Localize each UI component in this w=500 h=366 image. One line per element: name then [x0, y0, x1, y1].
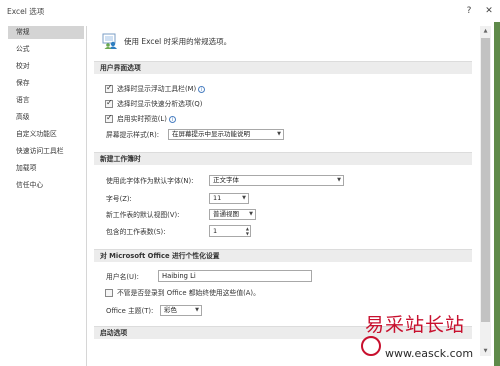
- font-size-label: 字号(Z):: [106, 195, 132, 203]
- live-preview-option[interactable]: 启用实时预览(L) i: [117, 113, 176, 125]
- mini-toolbar-checkbox[interactable]: [105, 83, 113, 93]
- always-use-values-checkbox[interactable]: [105, 289, 113, 297]
- quick-analysis-option[interactable]: 选择时显示快速分析选项(Q): [117, 98, 202, 110]
- sidebar-item-customize-ribbon[interactable]: 自定义功能区: [8, 128, 84, 141]
- sidebar-item-general[interactable]: 常规: [8, 26, 84, 39]
- sidebar-item-formulas[interactable]: 公式: [8, 43, 84, 56]
- sidebar-item-proofing[interactable]: 校对: [8, 60, 84, 73]
- font-size-select[interactable]: 11 ▼: [209, 193, 249, 204]
- sheet-count-value: 1: [213, 227, 218, 235]
- watermark-title: 易采站长站: [365, 314, 466, 336]
- chevron-down-icon: ▼: [337, 177, 341, 183]
- username-label: 用户名(U):: [106, 273, 139, 281]
- sheet-count-label: 包含的工作表数(S):: [106, 228, 166, 236]
- watermark-logo-icon: [361, 336, 381, 356]
- screentip-style-value: 在屏幕提示中显示功能说明: [172, 130, 250, 138]
- username-input[interactable]: Haibing Li: [158, 270, 312, 282]
- default-view-select[interactable]: 普通视图 ▼: [209, 209, 256, 220]
- sidebar-item-save[interactable]: 保存: [8, 77, 84, 90]
- office-theme-label: Office 主题(T):: [106, 307, 154, 315]
- default-font-value: 正文字体: [213, 176, 239, 184]
- scrollbar-thumb[interactable]: [481, 38, 490, 322]
- intro-text: 使用 Excel 时采用的常规选项。: [124, 37, 232, 46]
- sidebar-item-quick-access-toolbar[interactable]: 快速访问工具栏: [8, 145, 84, 158]
- spinner-arrows-icon[interactable]: ▲ ▼: [246, 226, 249, 236]
- default-font-select[interactable]: 正文字体 ▼: [209, 175, 344, 186]
- live-preview-checkbox[interactable]: [105, 113, 113, 123]
- chevron-down-icon: ▼: [242, 195, 246, 201]
- ui-options-header: 用户界面选项: [94, 61, 472, 74]
- chevron-down-icon: ▼: [249, 211, 253, 217]
- default-view-value: 普通视图: [213, 210, 239, 218]
- sidebar-item-advanced[interactable]: 高级: [8, 111, 84, 124]
- watermark-url: www.easck.com: [385, 347, 474, 360]
- info-icon: i: [168, 115, 176, 123]
- close-button[interactable]: ✕: [482, 4, 496, 18]
- quick-analysis-checkbox[interactable]: [105, 98, 113, 108]
- chevron-down-icon: ▼: [277, 131, 281, 137]
- office-theme-select[interactable]: 彩色 ▼: [160, 305, 202, 316]
- window-title: Excel 选项: [7, 7, 45, 16]
- sidebar-item-add-ins[interactable]: 加载项: [8, 162, 84, 175]
- mini-toolbar-label: 选择时显示浮动工具栏(M): [117, 85, 197, 93]
- personalize-header: 对 Microsoft Office 进行个性化设置: [94, 249, 472, 262]
- office-theme-value: 彩色: [164, 306, 177, 314]
- always-use-values-option[interactable]: 不管是否登录到 Office 都始终使用这些值(A)。: [117, 287, 260, 299]
- scroll-up-icon[interactable]: ▲: [480, 26, 491, 36]
- chevron-down-icon: ▼: [195, 307, 199, 313]
- new-workbook-header: 新建工作簿时: [94, 152, 472, 165]
- default-font-label: 使用此字体作为默认字体(N):: [106, 177, 194, 185]
- options-sidebar: 常规 公式 校对 保存 语言 高级 自定义功能区 快速访问工具栏 加载项 信任中…: [8, 26, 87, 366]
- info-icon: i: [198, 85, 206, 93]
- general-options-icon: [102, 33, 117, 49]
- default-view-label: 新工作表的默认视图(V):: [106, 211, 180, 219]
- help-button[interactable]: ?: [462, 4, 476, 18]
- live-preview-label: 启用实时预览(L): [117, 115, 167, 123]
- sheet-count-spinner[interactable]: 1 ▲ ▼: [209, 225, 251, 237]
- font-size-value: 11: [213, 194, 222, 202]
- title-bar: Excel 选项 ? ✕: [0, 0, 500, 22]
- sidebar-item-trust-center[interactable]: 信任中心: [8, 179, 84, 192]
- sidebar-item-language[interactable]: 语言: [8, 94, 84, 107]
- site-watermark: 易采站长站 www.easck.com: [355, 306, 500, 366]
- mini-toolbar-option[interactable]: 选择时显示浮动工具栏(M) i: [117, 83, 206, 95]
- screentip-style-label: 屏幕提示样式(R):: [106, 131, 160, 139]
- screentip-style-select[interactable]: 在屏幕提示中显示功能说明 ▼: [168, 129, 284, 140]
